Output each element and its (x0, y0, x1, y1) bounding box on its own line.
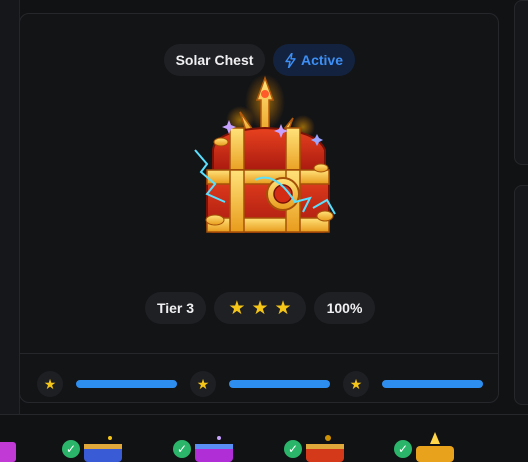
status-label: Active (300, 52, 344, 68)
milestone-star-icon: ★ (343, 371, 369, 397)
tier-badge: Tier 3 (145, 292, 206, 324)
star-icon: ★ (274, 297, 292, 319)
solar-chest-image (194, 74, 336, 233)
claimed-check-icon: ✓ (173, 440, 191, 458)
card-divider (20, 353, 498, 354)
milestone-progress-bar (76, 380, 177, 388)
milestone-progress-bar (229, 380, 330, 388)
chest-thumbnail[interactable] (414, 432, 456, 462)
chest-thumbnail[interactable] (82, 432, 124, 462)
section-divider (0, 414, 528, 415)
star-rating: ★ ★ ★ (214, 292, 306, 324)
claimed-check-icon: ✓ (284, 440, 302, 458)
chest-thumbnail[interactable] (0, 432, 16, 462)
left-side-panel (0, 0, 20, 414)
claimed-check-icon: ✓ (394, 440, 412, 458)
milestone-star-icon: ★ (190, 371, 216, 397)
star-icon: ★ (228, 297, 246, 319)
milestone-star-icon: ★ (37, 371, 63, 397)
bolt-icon (285, 52, 296, 68)
milestone-progress-bar (382, 380, 483, 388)
chest-name: Solar Chest (175, 52, 254, 68)
star-icon: ★ (251, 297, 269, 319)
chest-thumbnail[interactable] (304, 432, 346, 462)
claimed-check-icon: ✓ (62, 440, 80, 458)
progress-percent: 100% (326, 300, 363, 316)
progress-percent-badge: 100% (314, 292, 375, 324)
right-side-panel-top (514, 0, 528, 165)
chest-thumbnail[interactable] (193, 432, 235, 462)
right-side-panel-bottom (514, 185, 528, 405)
tier-label: Tier 3 (156, 300, 195, 316)
